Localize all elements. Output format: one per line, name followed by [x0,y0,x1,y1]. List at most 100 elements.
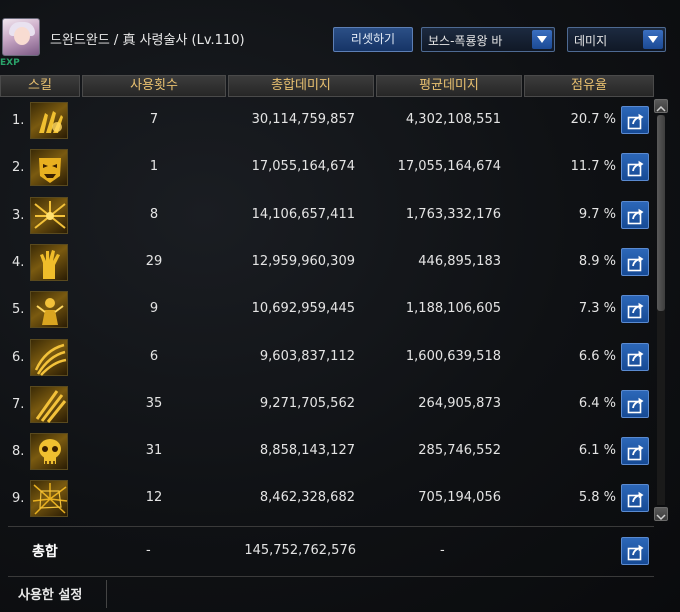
total-label: 총합 [32,544,58,560]
share-skill-button[interactable] [621,295,649,324]
column-header-count: 사용횟수 [82,75,226,97]
share-skill-button[interactable] [621,342,649,371]
rank-number: 4. [12,254,25,270]
scroll-thumb[interactable] [657,115,665,311]
rank-number: 2. [12,160,25,176]
share-skill-button[interactable] [621,247,649,276]
metric-select[interactable]: 데미지 [567,27,666,52]
use-count: 7 [149,112,159,127]
use-count: 9 [149,301,159,317]
divider [8,526,654,527]
claw-strike-icon [30,102,68,139]
shadow-burst-icon [30,196,68,234]
use-count: 1 [149,159,159,175]
rank-number: 3. [12,207,25,223]
use-count: 29 [145,253,163,269]
share-percent: 6.6 % [578,348,616,364]
avg-damage: 285,746,552 [418,443,501,459]
total-damage: 9,603,837,112 [259,348,355,364]
skill-row: 6. 6 9,603,837,112 1,600,639,518 6.6 % [0,334,660,381]
total-damage: 12,959,960,309 [251,253,355,269]
damage-stats-panel: EXP 드완드완드 / 真 사령술사 (Lv.110) 리셋하기 보스-폭룡왕 … [0,0,680,612]
share-percent: 11.7 % [570,159,616,175]
total-damage-sum: 145,752,762,576 [244,543,356,558]
total-damage: 30,114,759,857 [251,112,355,127]
column-header-skill: 스킬 [0,75,80,97]
scroll-up-button[interactable] [654,99,668,113]
skill-row: 7. 35 9,271,705,562 264,905,873 6.4 % [0,381,660,428]
share-skill-button[interactable] [621,437,649,466]
skill-row: 5. 9 10,692,959,445 1,188,106,605 7.3 % [0,286,660,333]
avg-damage: 1,600,639,518 [405,348,501,364]
column-header-share: 점유율 [524,75,654,97]
target-select[interactable]: 보스-폭룡왕 바 [421,27,555,52]
chevron-down-icon[interactable] [643,30,663,49]
share-icon [627,208,644,224]
share-skill-button[interactable] [621,484,649,513]
web-shatter-icon [30,480,68,518]
skill-row: 8. 31 8,858,143,127 285,746,552 6.1 % [0,428,660,475]
share-skill-button[interactable] [621,200,649,229]
rank-number: 1. [12,113,25,128]
share-icon [627,350,644,366]
rank-number: 5. [12,302,25,318]
chevron-down-icon[interactable] [532,30,552,49]
divider [8,576,654,577]
share-percent: 5.8 % [578,490,616,506]
character-title: 드완드완드 / 真 사령술사 (Lv.110) [50,33,245,48]
share-percent: 6.4 % [578,395,616,411]
use-count: 31 [145,443,163,459]
total-count: - [146,543,151,558]
avg-damage: 4,302,108,551 [405,112,501,127]
share-icon [627,544,644,561]
divider [106,580,107,608]
used-settings-tab[interactable]: 사용한 설정 [18,584,82,603]
total-damage: 9,271,705,562 [259,395,355,411]
share-icon [627,113,644,130]
skill-row: 9. 12 8,462,328,682 705,194,056 5.8 % [0,475,660,522]
rank-number: 7. [12,396,25,412]
metric-select-value: 데미지 [574,34,608,48]
avg-damage: 1,763,332,176 [405,206,501,222]
share-percent: 7.3 % [578,301,616,317]
total-damage: 8,462,328,682 [259,490,355,506]
skill-row: 4. 29 12,959,960,309 446,895,183 8.9 % [0,239,660,286]
share-percent: 9.7 % [578,206,616,222]
share-icon [627,397,644,414]
skull-icon [30,433,68,471]
slash-wave-icon [30,338,68,376]
avg-damage: 705,194,056 [418,490,501,506]
rank-number: 8. [12,444,25,460]
rank-number: 9. [12,491,25,507]
total-damage: 14,106,657,411 [251,206,355,222]
share-icon [627,161,644,177]
share-percent: 6.1 % [578,443,616,459]
share-skill-button[interactable] [621,153,649,182]
total-damage: 17,055,164,674 [251,159,355,175]
share-icon [627,302,644,319]
use-count: 8 [149,206,159,222]
column-header-avg-damage: 평균데미지 [376,75,522,97]
scroll-track[interactable] [657,115,665,505]
scroll-down-button[interactable] [654,507,668,521]
grasping-hand-icon [30,243,68,281]
share-skill-button[interactable] [621,106,649,134]
demon-mask-icon [30,149,68,187]
summon-figure-icon [30,291,68,329]
scrollbar[interactable] [654,99,668,521]
share-percent: 20.7 % [570,112,616,127]
target-select-value: 보스-폭룡왕 바 [428,34,503,48]
use-count: 35 [145,395,163,411]
reset-button[interactable]: 리셋하기 [333,27,413,52]
share-icon [627,492,644,508]
avg-damage: 1,188,106,605 [405,301,501,317]
column-header-total-damage: 총합데미지 [228,75,374,97]
skill-row: 3. 8 14,106,657,411 1,763,332,176 9.7 % [0,192,660,239]
share-skill-button[interactable] [621,389,649,418]
use-count: 12 [145,490,163,506]
avg-damage: 264,905,873 [418,395,501,411]
share-total-button[interactable] [621,537,649,565]
exp-label: EXP [0,58,20,68]
claw-slash-icon [30,385,68,423]
share-icon [627,444,644,461]
